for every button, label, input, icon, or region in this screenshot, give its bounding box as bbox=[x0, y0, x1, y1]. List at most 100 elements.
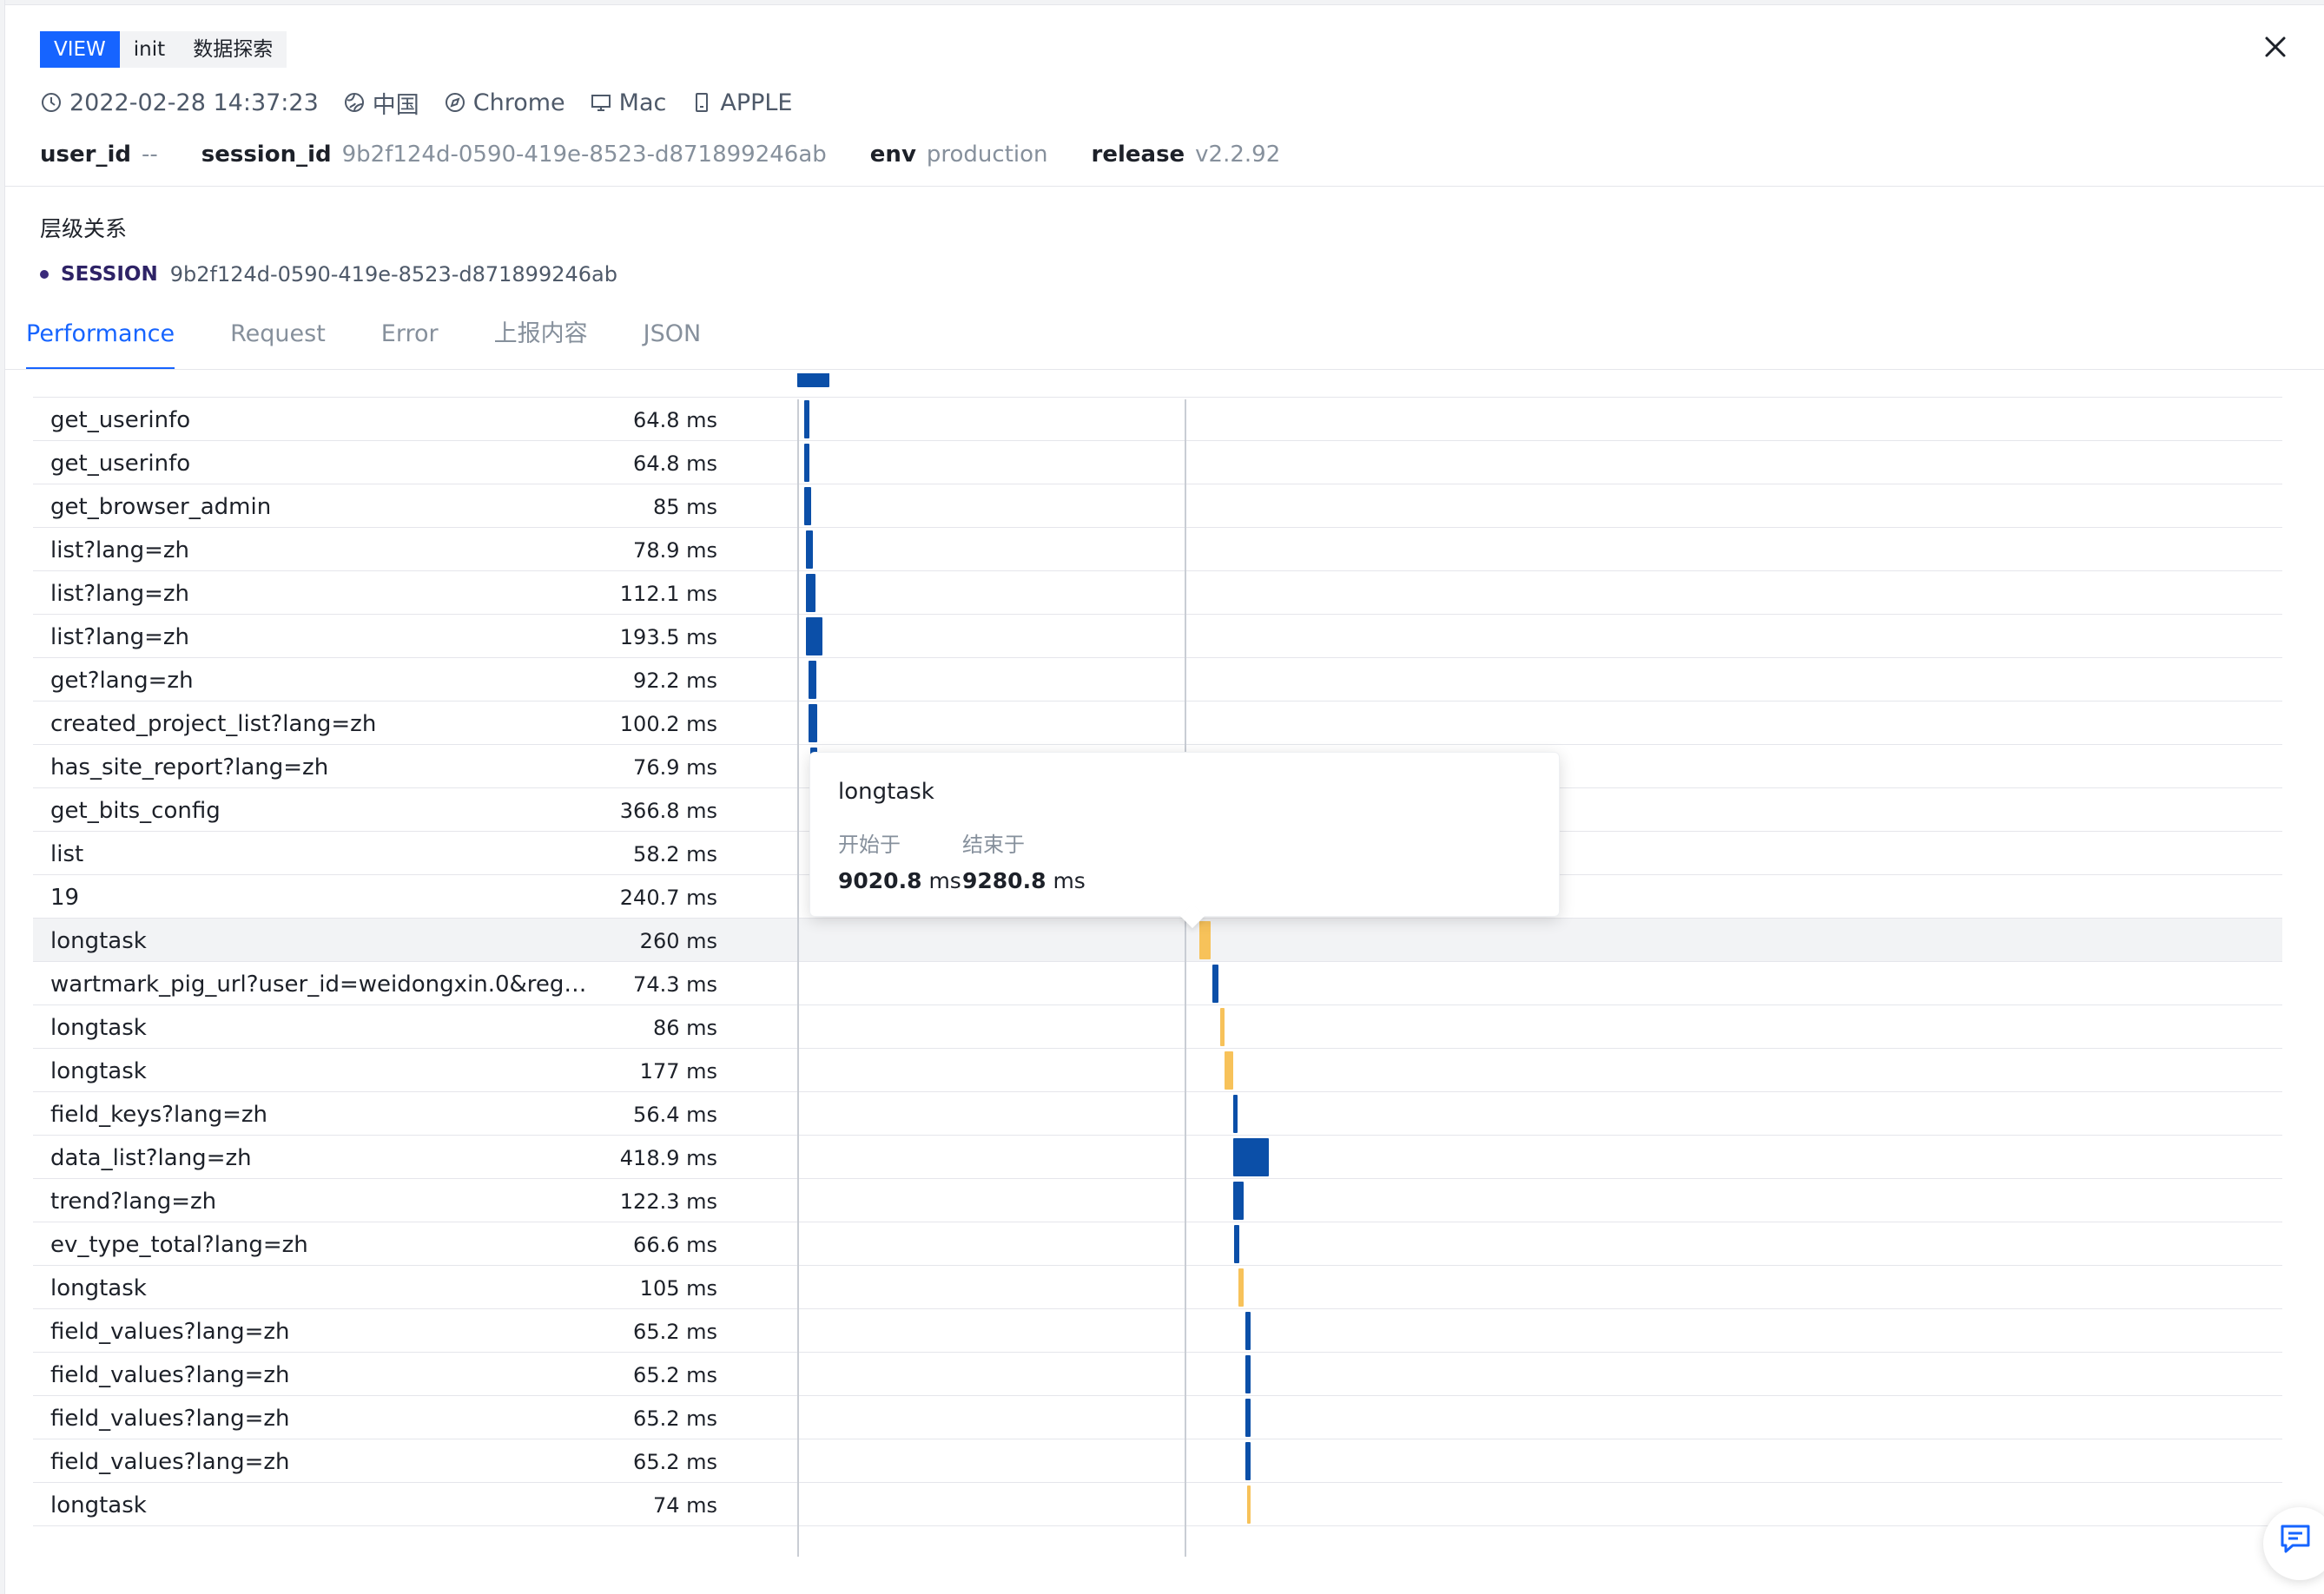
resource-bar[interactable] bbox=[1245, 1399, 1251, 1437]
row-name: list bbox=[50, 841, 84, 867]
env-value: production bbox=[926, 142, 1048, 168]
row-duration: 92.2 ms bbox=[633, 669, 717, 693]
row-name: get_userinfo bbox=[50, 407, 191, 433]
waterfall-row[interactable]: get_bits_config375.9 ms bbox=[33, 373, 2282, 398]
row-duration: 260 ms bbox=[639, 929, 717, 953]
close-button[interactable] bbox=[2258, 30, 2293, 64]
waterfall-row[interactable]: list?lang=zh 193.5 ms bbox=[33, 615, 2282, 658]
row-duration: 58.2 ms bbox=[633, 842, 717, 866]
row-name: ev_type_total?lang=zh bbox=[50, 1232, 308, 1258]
row-duration: 177 ms bbox=[639, 1059, 717, 1084]
tooltip-end-unit: ms bbox=[1053, 868, 1086, 893]
clock-icon bbox=[42, 93, 61, 112]
resource-bar[interactable] bbox=[806, 574, 816, 612]
row-name: get_browser_admin bbox=[50, 494, 272, 520]
waterfall-row[interactable]: get?lang=zh 92.2 ms bbox=[33, 658, 2282, 701]
longtask-bar[interactable] bbox=[1198, 921, 1212, 959]
waterfall-row[interactable]: longtask 177 ms bbox=[33, 1049, 2282, 1092]
longtask-bar[interactable] bbox=[1247, 1485, 1251, 1524]
tag-page-name: 数据探索 bbox=[179, 31, 287, 68]
tab-json[interactable]: JSON bbox=[616, 313, 730, 370]
waterfall-row[interactable]: list?lang=zh 112.1 ms bbox=[33, 571, 2282, 615]
longtask-tooltip: longtask 开始于 9020.8 ms 结束于 9280.8 ms bbox=[809, 752, 1560, 929]
tab-performance[interactable]: Performance bbox=[26, 313, 202, 370]
row-duration: 65.2 ms bbox=[633, 1406, 717, 1431]
waterfall-row[interactable]: field_values?lang=zh 65.2 ms bbox=[33, 1309, 2282, 1353]
waterfall-row[interactable]: ev_type_total?lang=zh 66.6 ms bbox=[33, 1222, 2282, 1266]
row-name: get?lang=zh bbox=[50, 668, 194, 694]
resource-bar[interactable] bbox=[806, 530, 813, 569]
waterfall-row[interactable]: get_userinfo 64.8 ms bbox=[33, 398, 2282, 441]
session-node-id: 9b2f124d-0590-419e-8523-d871899246ab bbox=[169, 262, 617, 287]
waterfall-row[interactable]: longtask 260 ms bbox=[33, 919, 2282, 962]
user-id-value: -- bbox=[141, 142, 158, 168]
waterfall-row[interactable]: list?lang=zh 78.9 ms bbox=[33, 528, 2282, 571]
waterfall-row[interactable]: field_values?lang=zh 65.2 ms bbox=[33, 1396, 2282, 1439]
user-id-field: user_id -- bbox=[40, 142, 158, 168]
resource-bar[interactable] bbox=[1232, 1138, 1269, 1176]
row-name: field_values?lang=zh bbox=[50, 1319, 290, 1345]
row-name: has_site_report?lang=zh bbox=[50, 754, 329, 781]
row-duration: 56.4 ms bbox=[633, 1103, 717, 1127]
detail-tabs: Performance Request Error 上报内容 JSON bbox=[26, 313, 729, 370]
feedback-button[interactable] bbox=[2263, 1507, 2324, 1580]
resource-bar[interactable] bbox=[803, 487, 811, 525]
row-name: get_bits_config bbox=[50, 373, 589, 380]
resource-bar[interactable] bbox=[1245, 1442, 1251, 1480]
tab-error[interactable]: Error bbox=[353, 313, 466, 370]
row-duration: 76.9 ms bbox=[633, 755, 717, 780]
row-duration: 74.3 ms bbox=[633, 972, 717, 997]
globe-icon bbox=[344, 93, 364, 112]
meta-region: 中国 bbox=[343, 86, 419, 120]
resource-bar[interactable] bbox=[1245, 1355, 1251, 1393]
waterfall-row[interactable]: longtask 105 ms bbox=[33, 1266, 2282, 1309]
waterfall-row[interactable]: wartmark_pig_url?user_id=weidongxin.0&re… bbox=[33, 962, 2282, 1005]
longtask-bar[interactable] bbox=[1238, 1268, 1244, 1307]
tab-report-content[interactable]: 上报内容 bbox=[466, 313, 616, 370]
user-id-label: user_id bbox=[40, 142, 131, 168]
longtask-bar[interactable] bbox=[1220, 1008, 1225, 1046]
row-name: field_values?lang=zh bbox=[50, 1406, 290, 1432]
waterfall-row[interactable]: field_values?lang=zh 65.2 ms bbox=[33, 1439, 2282, 1483]
resource-bar[interactable] bbox=[803, 400, 809, 438]
longtask-bar[interactable] bbox=[1225, 1051, 1233, 1090]
waterfall-row[interactable]: field_keys?lang=zh 56.4 ms bbox=[33, 1092, 2282, 1136]
waterfall-row[interactable]: longtask 86 ms bbox=[33, 1005, 2282, 1049]
waterfall-row[interactable]: data_list?lang=zh 418.9 ms bbox=[33, 1136, 2282, 1179]
resource-bar[interactable] bbox=[1233, 1225, 1240, 1263]
waterfall-row[interactable]: field_values?lang=zh 65.2 ms bbox=[33, 1353, 2282, 1396]
waterfall-row[interactable]: get_userinfo 64.8 ms bbox=[33, 441, 2282, 484]
meta-device-text: APPLE bbox=[720, 89, 793, 116]
session-label: SESSION bbox=[61, 263, 158, 286]
session-id-value[interactable]: 9b2f124d-0590-419e-8523-d871899246ab bbox=[342, 142, 827, 168]
tooltip-start: 开始于 9020.8 ms bbox=[838, 827, 961, 893]
desktop-icon bbox=[591, 95, 611, 111]
waterfall-row[interactable]: longtask 74 ms bbox=[33, 1483, 2282, 1526]
tooltip-start-unit: ms bbox=[928, 868, 961, 893]
waterfall-row[interactable]: trend?lang=zh 122.3 ms bbox=[33, 1179, 2282, 1222]
resource-bar[interactable] bbox=[1212, 965, 1219, 1003]
row-duration: 66.6 ms bbox=[633, 1233, 717, 1257]
resource-bar[interactable] bbox=[1245, 1312, 1251, 1350]
waterfall-row[interactable]: get_browser_admin 85 ms bbox=[33, 484, 2282, 528]
tooltip-title: longtask bbox=[838, 779, 934, 805]
tooltip-start-label: 开始于 bbox=[838, 833, 901, 857]
resource-bar[interactable] bbox=[808, 704, 817, 742]
row-name: field_values?lang=zh bbox=[50, 1449, 290, 1475]
compass-icon bbox=[445, 93, 465, 112]
resource-bar[interactable] bbox=[1232, 1182, 1244, 1220]
row-name: field_keys?lang=zh bbox=[50, 1102, 268, 1128]
meta-time-text: 2022-02-28 14:37:23 bbox=[69, 89, 319, 116]
feedback-icon bbox=[2281, 1525, 2310, 1553]
row-name: list?lang=zh bbox=[50, 581, 190, 607]
resource-bar[interactable] bbox=[808, 661, 817, 699]
resource-bar[interactable] bbox=[797, 373, 829, 387]
resource-bar[interactable] bbox=[1232, 1095, 1238, 1133]
waterfall-row[interactable]: created_project_list?lang=zh 100.2 ms bbox=[33, 701, 2282, 745]
tab-request[interactable]: Request bbox=[202, 313, 353, 370]
session-node[interactable]: SESSION 9b2f124d-0590-419e-8523-d8718992… bbox=[40, 262, 617, 287]
resource-bar[interactable] bbox=[806, 617, 823, 655]
performance-waterfall: get_bits_config375.9 msget_userinfo64.8 … bbox=[33, 373, 2282, 1563]
env-field: env production bbox=[870, 142, 1048, 168]
resource-bar[interactable] bbox=[803, 444, 809, 482]
